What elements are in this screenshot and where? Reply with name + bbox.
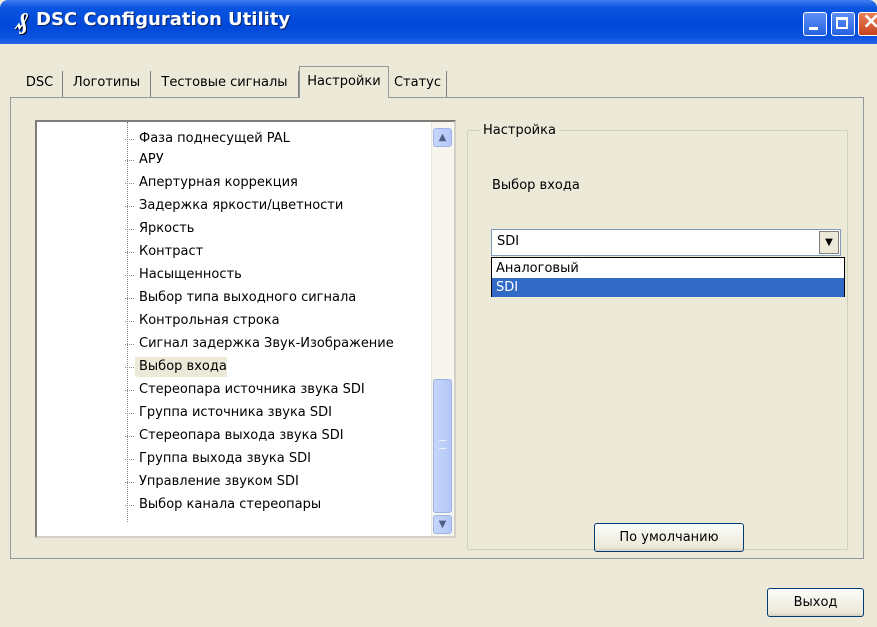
dropdown-option-analog[interactable]: Аналоговый <box>492 259 844 278</box>
settings-groupbox <box>467 130 848 550</box>
maximize-icon[interactable] <box>831 12 855 36</box>
tree-scrollbar[interactable]: ▲ ▼ <box>431 122 454 536</box>
tree-item[interactable]: Фаза поднесущей PAL <box>125 129 290 149</box>
tree-item[interactable]: Яркость <box>124 219 194 239</box>
input-select-label: Выбор входа <box>492 178 580 193</box>
chevron-down-icon[interactable]: ▼ <box>819 231 839 254</box>
tree-item[interactable]: Сигнал задержка Звук-Изображение <box>125 334 394 354</box>
tree-item[interactable]: Контрольная строка <box>125 311 280 331</box>
tree-item[interactable]: Группа источника звука SDI <box>125 403 332 423</box>
scroll-thumb[interactable] <box>433 379 452 513</box>
tree-item[interactable]: Насыщенность <box>125 265 242 285</box>
tab-test-signals[interactable]: Тестовые сигналы <box>151 71 299 97</box>
tree-item[interactable]: Выбор канала стереопары <box>124 495 321 515</box>
close-icon[interactable] <box>858 9 877 36</box>
exit-button[interactable]: Выход <box>767 588 864 617</box>
settings-tree[interactable]: Фаза поднесущей PAL АРУ Апертурная корре… <box>35 120 456 538</box>
tab-logos[interactable]: Логотипы <box>63 71 151 97</box>
title-bar[interactable]: ₰ DSC Configuration Utility <box>0 0 877 44</box>
tree-item[interactable]: Управление звуком SDI <box>125 472 299 492</box>
dropdown-option-sdi[interactable]: SDI <box>492 278 844 297</box>
input-select-combo[interactable]: SDI ▼ <box>491 229 841 256</box>
tab-dsc[interactable]: DSC <box>17 71 63 97</box>
tree-item[interactable]: Группа выхода звука SDI <box>125 449 311 469</box>
tree-item[interactable]: Задержка яркости/цветности <box>124 196 343 216</box>
tree-item[interactable]: Стереопара источника звука SDI <box>125 380 365 400</box>
scroll-up-icon[interactable]: ▲ <box>433 128 452 147</box>
tree-item[interactable]: Апертурная коррекция <box>125 173 298 193</box>
default-button[interactable]: По умолчанию <box>594 523 744 552</box>
scroll-down-icon[interactable]: ▼ <box>433 515 452 534</box>
tree-item[interactable]: Стереопара выхода звука SDI <box>125 426 344 446</box>
app-logo-icon: ₰ <box>16 6 28 35</box>
minimize-icon[interactable] <box>803 12 827 36</box>
tab-settings[interactable]: Настройки <box>299 66 389 98</box>
groupbox-label: Настройка <box>480 123 559 139</box>
window-title: DSC Configuration Utility <box>36 9 291 30</box>
tree-connector <box>127 122 128 522</box>
input-select-dropdown[interactable]: Аналоговый SDI <box>491 257 845 297</box>
tree-item[interactable]: Выбор типа выходного сигнала <box>124 288 356 308</box>
combo-value: SDI <box>497 234 520 249</box>
tab-status[interactable]: Статус <box>389 71 447 97</box>
tree-item-selected[interactable]: Выбор входа <box>125 357 227 377</box>
tree-item[interactable]: Контраст <box>124 242 203 262</box>
tree-item[interactable]: АРУ <box>125 150 164 170</box>
